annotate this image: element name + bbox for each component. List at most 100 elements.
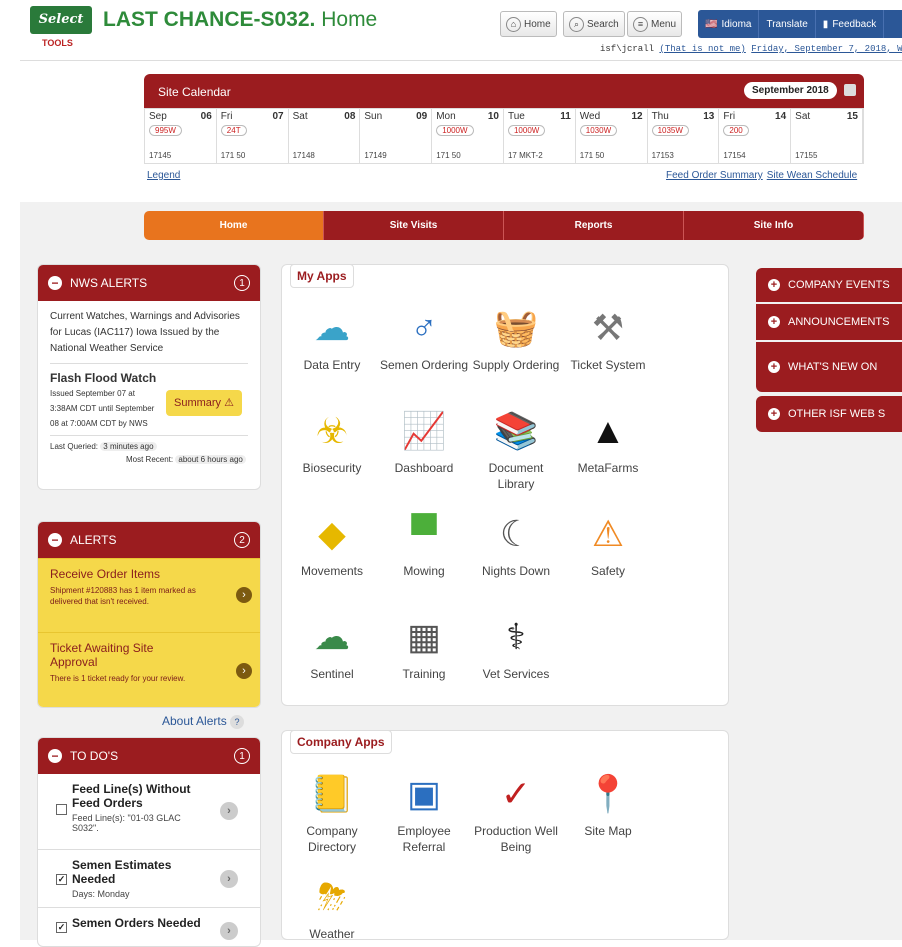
- day-badge[interactable]: 1000W: [507, 125, 546, 136]
- help-icon: ?: [230, 715, 245, 729]
- app-label: Safety: [590, 564, 626, 578]
- idioma-button[interactable]: 🇺🇸 Idioma: [698, 10, 760, 38]
- app-label: Production Well Being: [474, 824, 558, 854]
- app-site-map[interactable]: 📍 Site Map: [562, 771, 654, 839]
- app-safety[interactable]: ⚠ Safety: [562, 511, 654, 579]
- day-badge[interactable]: 200: [723, 125, 749, 136]
- expand-icon: +: [768, 279, 780, 291]
- calendar-day[interactable]: Fri 14 200 17154: [719, 109, 792, 163]
- calendar-day[interactable]: Sat 08 17148: [289, 109, 361, 163]
- select-logo[interactable]: Select TOOLS: [28, 4, 98, 48]
- alerts-header[interactable]: − ALERTS 2: [38, 522, 260, 558]
- month-selector[interactable]: September 2018: [744, 82, 837, 99]
- day-code: 171 50: [579, 151, 605, 160]
- date-link[interactable]: Friday, September 7, 2018, We: [751, 44, 902, 54]
- summary-button[interactable]: Summary ⚠: [166, 390, 242, 416]
- app-label: Document Library: [488, 461, 544, 491]
- feedback-button[interactable]: ▮ Feedback: [816, 10, 885, 38]
- chevron-right-icon[interactable]: ›: [220, 922, 238, 940]
- flash-flood-watch: Flash Flood Watch: [50, 371, 157, 385]
- company-events-panel[interactable]: + COMPANY EVENTS: [756, 268, 902, 302]
- app-weather[interactable]: ⛈ Weather: [286, 874, 378, 942]
- chevron-right-icon[interactable]: ›: [236, 663, 252, 679]
- calendar-days: Sep 06 995W 17145 Fri 07 24T 171 50 Sat 08 17148 Su…: [144, 108, 864, 164]
- app-document-library[interactable]: 📚 Document Library: [470, 408, 562, 492]
- day-badge[interactable]: 24T: [220, 125, 247, 136]
- app-production-well-being[interactable]: ✓ Production Well Being: [470, 771, 562, 855]
- todo-checkbox[interactable]: ✓: [56, 874, 67, 885]
- logo-tools: TOOLS: [42, 38, 73, 48]
- announcements-panel[interactable]: + ANNOUNCEMENTS: [756, 304, 902, 340]
- todo-header[interactable]: − TO DO'S 1: [38, 738, 260, 774]
- moon-icon: ☾: [499, 513, 533, 554]
- calendar-day[interactable]: Wed 12 1030W 171 50: [576, 109, 648, 163]
- calendar-icon[interactable]: [844, 84, 856, 96]
- app-semen-ordering[interactable]: ♂ Semen Ordering: [378, 305, 470, 373]
- app-metafarms[interactable]: ▲ MetaFarms: [562, 408, 654, 476]
- nws-header[interactable]: − NWS ALERTS 1: [38, 265, 260, 301]
- day-badge[interactable]: 995W: [149, 125, 182, 136]
- app-label: Mowing: [403, 564, 445, 578]
- app-mowing[interactable]: ▀ Mowing: [378, 511, 470, 579]
- day-code: 171 50: [436, 151, 461, 160]
- todo-checkbox[interactable]: [56, 804, 67, 815]
- translate-button[interactable]: Translate: [759, 10, 816, 38]
- app-data-entry[interactable]: ☁ Data Entry: [286, 305, 378, 373]
- not-me-link[interactable]: (That is not me): [659, 44, 745, 54]
- nws-intro: Current Watches, Warnings and Advisories…: [50, 309, 248, 364]
- biohazard-icon: ☣: [315, 410, 349, 451]
- app-nights-down[interactable]: ☾ Nights Down: [470, 511, 562, 579]
- day-badge[interactable]: 1000W: [436, 125, 474, 136]
- day-badge[interactable]: 1035W: [651, 125, 689, 136]
- app-dashboard[interactable]: 📈 Dashboard: [378, 408, 470, 476]
- chevron-right-icon[interactable]: ›: [220, 870, 238, 888]
- alert-receive-order[interactable]: Receive Order Items Shipment #120883 has…: [38, 558, 260, 632]
- tab-site-visits[interactable]: Site Visits: [324, 211, 504, 240]
- calendar-day[interactable]: Thu 13 1035W 17153: [648, 109, 720, 163]
- expand-icon: +: [768, 361, 780, 373]
- app-label: Nights Down: [481, 564, 551, 578]
- calendar-day[interactable]: Sun 09 17149: [360, 109, 433, 163]
- app-company-directory[interactable]: 📒 Company Directory: [286, 771, 378, 855]
- app-training[interactable]: ▦ Training: [378, 614, 470, 682]
- male-symbol-icon: ♂: [410, 307, 438, 348]
- menu-button[interactable]: ≡ Menu: [627, 11, 683, 37]
- collapse-icon[interactable]: −: [48, 749, 62, 763]
- calendar-day[interactable]: Sat 15 17155: [791, 109, 863, 163]
- day-badge[interactable]: 1030W: [579, 125, 618, 136]
- app-employee-referral[interactable]: ▣ Employee Referral: [378, 771, 470, 855]
- collapse-icon[interactable]: −: [48, 533, 62, 547]
- divider: [20, 60, 902, 61]
- basket-icon: 🧺: [493, 307, 539, 348]
- tab-home[interactable]: Home: [144, 211, 324, 240]
- calendar-day[interactable]: Tue 11 1000W 17 MKT-2: [504, 109, 576, 163]
- legend-link[interactable]: Legend: [147, 170, 180, 181]
- calendar-day[interactable]: Sep 06 995W 17145: [145, 109, 217, 163]
- todo-checkbox[interactable]: ✓: [56, 922, 67, 933]
- calendar-day[interactable]: Fri 07 24T 171 50: [217, 109, 289, 163]
- search-button[interactable]: ⌕ Search: [563, 11, 625, 37]
- app-movements[interactable]: ◆ Movements: [286, 511, 378, 579]
- app-supply-ordering[interactable]: 🧺 Supply Ordering: [470, 305, 562, 373]
- tab-reports[interactable]: Reports: [504, 211, 684, 240]
- chevron-right-icon[interactable]: ›: [220, 802, 238, 820]
- count-badge: 1: [234, 748, 250, 764]
- home-button[interactable]: ⌂ Home: [500, 11, 557, 37]
- app-biosecurity[interactable]: ☣ Biosecurity: [286, 408, 378, 476]
- site-wean-schedule-link[interactable]: Site Wean Schedule: [767, 170, 857, 181]
- about-alerts-link[interactable]: About Alerts ?: [162, 714, 245, 729]
- app-vet-services[interactable]: ⚕ Vet Services: [470, 614, 562, 682]
- tab-site-info[interactable]: Site Info: [684, 211, 864, 240]
- alert-ticket-approval[interactable]: Ticket Awaiting Site Approval There is 1…: [38, 632, 260, 707]
- whats-new-panel[interactable]: + WHAT'S NEW ON: [756, 342, 902, 392]
- other-isf-web-panel[interactable]: + OTHER ISF WEB S: [756, 396, 902, 432]
- app-ticket-system[interactable]: ⚒ Ticket System: [562, 305, 654, 373]
- todo-item: Feed Line(s) Without Feed Orders Feed Li…: [38, 774, 260, 850]
- language-bar: 🇺🇸 Idioma Translate ▮ Feedback: [698, 10, 902, 38]
- feed-order-summary-link[interactable]: Feed Order Summary: [666, 170, 763, 181]
- chevron-right-icon[interactable]: ›: [236, 587, 252, 603]
- cloud-upload-icon: ☁: [314, 307, 350, 348]
- collapse-icon[interactable]: −: [48, 276, 62, 290]
- calendar-day[interactable]: Mon 10 1000W 171 50: [432, 109, 504, 163]
- app-sentinel[interactable]: ☁ Sentinel: [286, 614, 378, 682]
